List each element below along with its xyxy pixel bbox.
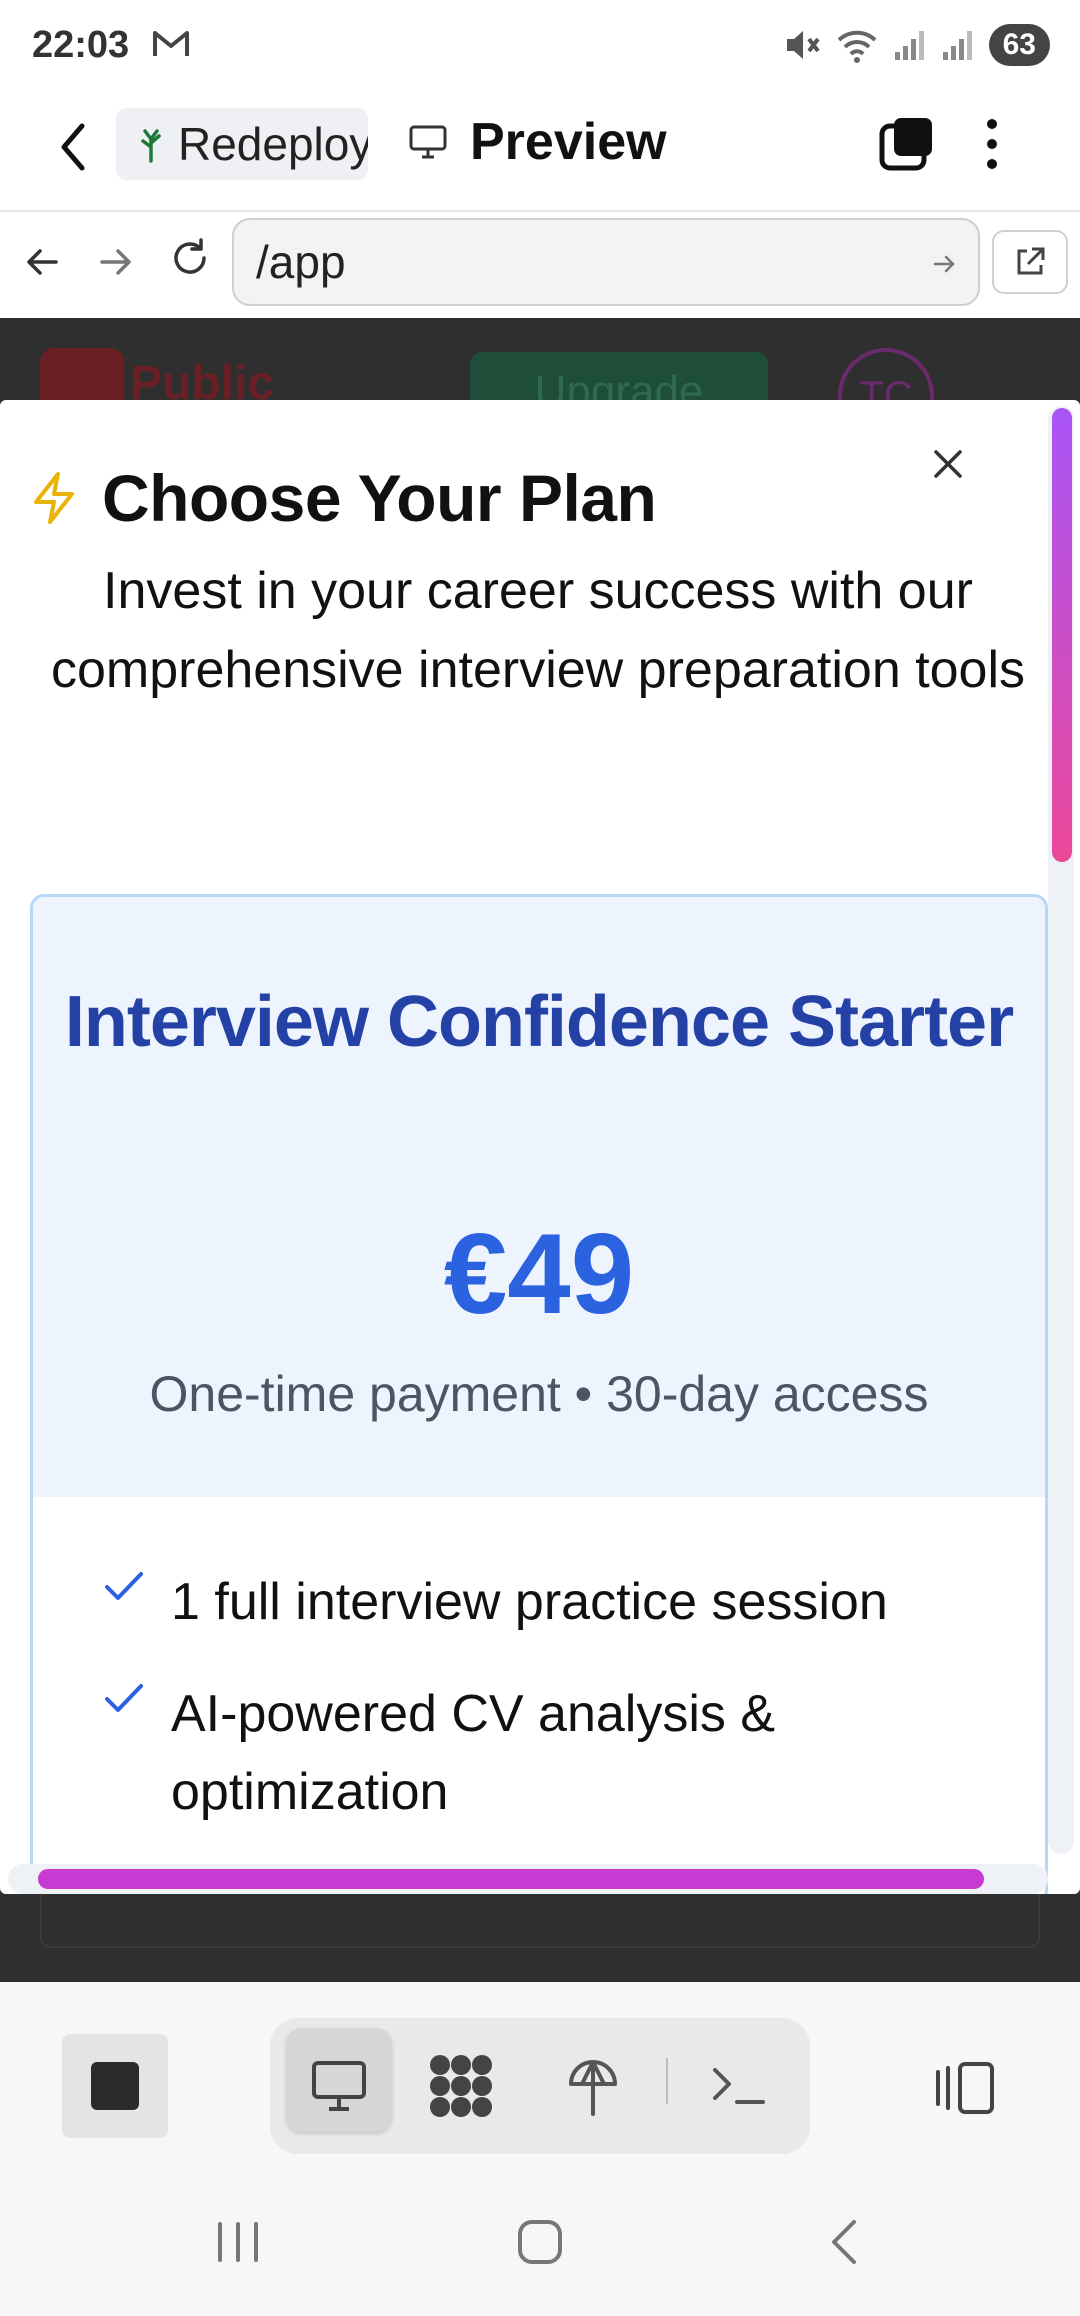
stop-icon <box>91 2062 139 2110</box>
app-header: Redeploy Preview <box>0 96 1080 212</box>
recent-apps-icon[interactable] <box>214 2220 262 2264</box>
signal-icon <box>894 31 924 60</box>
mute-icon <box>786 31 820 59</box>
background-upgrade-button: Upgrade <box>470 352 768 402</box>
preview-tab-button[interactable] <box>284 2018 394 2154</box>
background-avatar: TC <box>838 348 934 402</box>
reload-icon[interactable] <box>168 236 212 280</box>
browser-forward-icon[interactable] <box>96 242 136 282</box>
tabs-icon[interactable] <box>878 114 936 172</box>
battery-indicator: 63 <box>988 24 1050 66</box>
check-icon <box>105 1572 143 1600</box>
url-bar: /app <box>0 212 1080 318</box>
preview-title: Preview <box>408 112 667 172</box>
mail-icon <box>153 31 189 56</box>
vertical-scrollbar-thumb[interactable] <box>1052 408 1072 862</box>
project-pill[interactable]: Redeploy <box>116 108 368 180</box>
deploy-tab-button[interactable] <box>538 2018 648 2154</box>
more-options-icon[interactable] <box>984 114 1000 174</box>
plan-name: Interview Confidence Starter <box>64 982 1014 1062</box>
stop-button[interactable] <box>62 2034 168 2138</box>
background-badge: Public <box>130 357 275 402</box>
tree-icon <box>141 129 161 163</box>
url-input[interactable]: /app <box>232 218 980 306</box>
close-icon[interactable] <box>928 444 968 484</box>
feature-item: AI-powered CV analysis & optimization <box>103 1675 863 1831</box>
bottom-toolbar <box>0 1982 1080 2178</box>
console-tab-button[interactable] <box>684 2018 794 2154</box>
grid-blob-icon <box>430 2055 492 2117</box>
system-back-icon[interactable] <box>826 2218 862 2266</box>
lightning-icon <box>34 472 74 524</box>
browser-back-icon[interactable] <box>22 242 62 282</box>
external-link-icon <box>1017 247 1045 275</box>
signal-icon-2 <box>942 31 972 60</box>
status-time: 22:03 <box>32 24 130 66</box>
terminal-icon <box>713 2068 765 2104</box>
plan-card[interactable]: Interview Confidence Starter €49 One-tim… <box>30 894 1048 1894</box>
deploy-icon <box>569 2060 617 2116</box>
modal-subtitle: Invest in your career success with our c… <box>50 562 1026 699</box>
toolbar-separator <box>666 2058 668 2104</box>
monitor-icon <box>409 125 447 159</box>
open-external-button[interactable] <box>992 230 1068 294</box>
url-text: /app <box>256 236 346 288</box>
background-logo <box>40 348 124 402</box>
feature-text: AI-powered CV analysis & optimization <box>171 1685 776 1821</box>
plan-payment-note: One-time payment • 30-day access <box>149 1366 929 1422</box>
check-icon <box>105 1684 143 1712</box>
go-arrow-icon[interactable] <box>932 252 958 276</box>
horizontal-scrollbar-thumb[interactable] <box>38 1869 984 1889</box>
status-bar: 22:03 63 <box>0 0 1080 96</box>
plan-price: €49 <box>443 1211 635 1338</box>
wifi-icon <box>837 30 877 63</box>
view-switcher <box>270 2018 810 2154</box>
feature-text: 1 full interview practice session <box>171 1573 888 1631</box>
back-icon[interactable] <box>56 120 92 174</box>
preview-label: Preview <box>470 113 667 171</box>
home-icon[interactable] <box>516 2218 564 2266</box>
apps-tab-button[interactable] <box>406 2018 516 2154</box>
system-nav-bar <box>0 2178 1080 2316</box>
project-label: Redeploy <box>178 118 368 170</box>
feature-item: 1 full interview practice session <box>103 1563 888 1641</box>
monitor-icon <box>312 2061 366 2111</box>
plan-modal: Choose Your Plan Invest in your career s… <box>0 400 1080 1894</box>
modal-title: Choose Your Plan <box>102 461 657 535</box>
split-view-icon[interactable] <box>932 2060 996 2116</box>
